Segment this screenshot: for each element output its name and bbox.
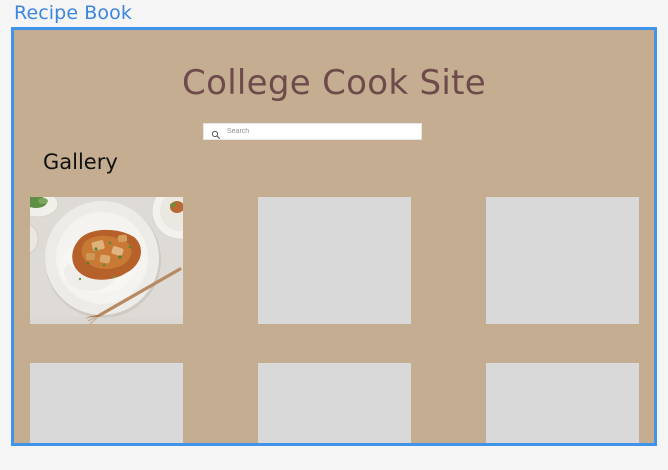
site-title: College Cook Site — [182, 63, 486, 103]
gallery-placeholder-tile[interactable] — [258, 197, 411, 324]
gallery-placeholder-tile[interactable] — [486, 197, 639, 324]
frame-label[interactable]: Recipe Book — [14, 1, 132, 25]
search-bar[interactable] — [203, 123, 422, 140]
page-frame: College Cook Site Gallery — [11, 27, 657, 446]
search-icon — [211, 127, 221, 139]
gallery-item-food-photo[interactable] — [30, 197, 183, 324]
search-input[interactable] — [227, 125, 407, 138]
canvas: Recipe Book College Cook Site Gallery — [0, 0, 668, 470]
food-photo — [30, 197, 183, 324]
gallery-heading: Gallery — [43, 150, 118, 174]
gallery-placeholder-tile[interactable] — [486, 363, 639, 443]
gallery-placeholder-tile[interactable] — [30, 363, 183, 443]
gallery-placeholder-tile[interactable] — [258, 363, 411, 443]
